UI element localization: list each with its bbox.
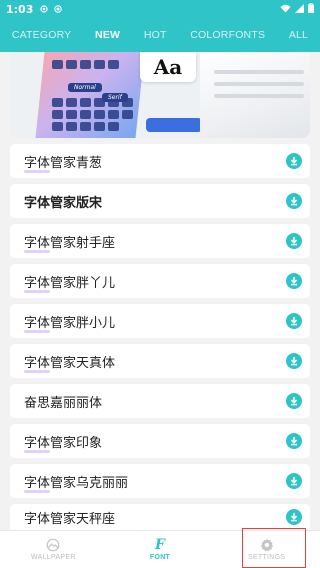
download-icon[interactable] — [286, 313, 302, 329]
banner-chip-normal: Normal — [68, 83, 102, 92]
list-item[interactable]: 奋思嘉丽丽体 — [10, 384, 310, 418]
font-name: 字体管家射手座 — [24, 235, 116, 251]
promo-banner[interactable]: Normal Serif Aa — [10, 52, 310, 138]
nav-wallpaper-label: WALLPAPER — [30, 554, 76, 561]
nav-font[interactable]: F FONT — [107, 531, 214, 568]
download-icon[interactable] — [286, 353, 302, 369]
banner-laptop-image — [200, 52, 310, 138]
font-name: 字体管家胖小儿 — [24, 315, 116, 331]
nav-settings[interactable]: SETTINGS — [213, 531, 320, 568]
nav-settings-label: SETTINGS — [247, 554, 286, 561]
nav-font-label: FONT — [149, 554, 171, 561]
font-name: 奋思嘉丽丽体 — [24, 395, 103, 411]
battery-icon — [308, 2, 314, 16]
list-item[interactable]: 字体管家版宋 — [10, 184, 310, 218]
tab-colorfonts[interactable]: COLORFONTS — [184, 29, 271, 41]
list-item[interactable]: 字体管家胖小儿 — [10, 304, 310, 338]
download-icon[interactable] — [286, 433, 302, 449]
font-name: 字体管家版宋 — [24, 195, 103, 211]
status-time: 1:03 — [6, 2, 34, 16]
bottom-nav: WALLPAPER F FONT SETTINGS — [0, 530, 320, 568]
gear-icon — [260, 538, 274, 552]
tab-hot[interactable]: HOT — [138, 29, 173, 41]
list-item[interactable]: 字体管家青葱 — [10, 144, 310, 178]
list-item[interactable]: 字体管家乌克丽丽 — [10, 464, 310, 498]
wallpaper-icon — [46, 538, 60, 552]
tab-all[interactable]: ALL — [283, 29, 314, 41]
category-tab-bar: CATEGORY NEW HOT COLORFONTS ALL — [0, 18, 320, 52]
font-name: 字体管家乌克丽丽 — [24, 475, 129, 491]
list-item[interactable]: 字体管家射手座 — [10, 224, 310, 258]
download-icon[interactable] — [286, 193, 302, 209]
font-name: 字体管家胖丫儿 — [24, 275, 116, 291]
nav-wallpaper[interactable]: WALLPAPER — [0, 531, 107, 568]
tab-new[interactable]: NEW — [89, 29, 126, 41]
banner-blue-pill — [146, 118, 202, 132]
signal-icon — [295, 3, 304, 16]
download-icon[interactable] — [286, 393, 302, 409]
download-icon[interactable] — [286, 509, 302, 525]
list-item[interactable]: 字体管家天真体 — [10, 344, 310, 378]
list-item[interactable]: 字体管家印象 — [10, 424, 310, 458]
list-item[interactable]: 字体管家胖丫儿 — [10, 264, 310, 298]
location-icon — [39, 4, 49, 14]
list-item[interactable]: 字体管家天秤座 — [10, 504, 310, 530]
wifi-icon — [280, 3, 291, 16]
font-name: 字体管家天秤座 — [24, 511, 116, 527]
font-name: 字体管家印象 — [24, 435, 103, 451]
banner-chip-serif: Serif — [102, 93, 128, 102]
record-icon — [53, 4, 63, 14]
font-icon: F — [155, 537, 165, 553]
tab-category[interactable]: CATEGORY — [6, 29, 78, 41]
download-icon[interactable] — [286, 273, 302, 289]
download-icon[interactable] — [286, 153, 302, 169]
status-bar: 1:03 — [0, 0, 320, 18]
banner-aa-card: Aa — [140, 52, 196, 82]
font-name: 字体管家青葱 — [24, 155, 103, 171]
font-name: 字体管家天真体 — [24, 355, 116, 371]
download-icon[interactable] — [286, 233, 302, 249]
download-icon[interactable] — [286, 473, 302, 489]
